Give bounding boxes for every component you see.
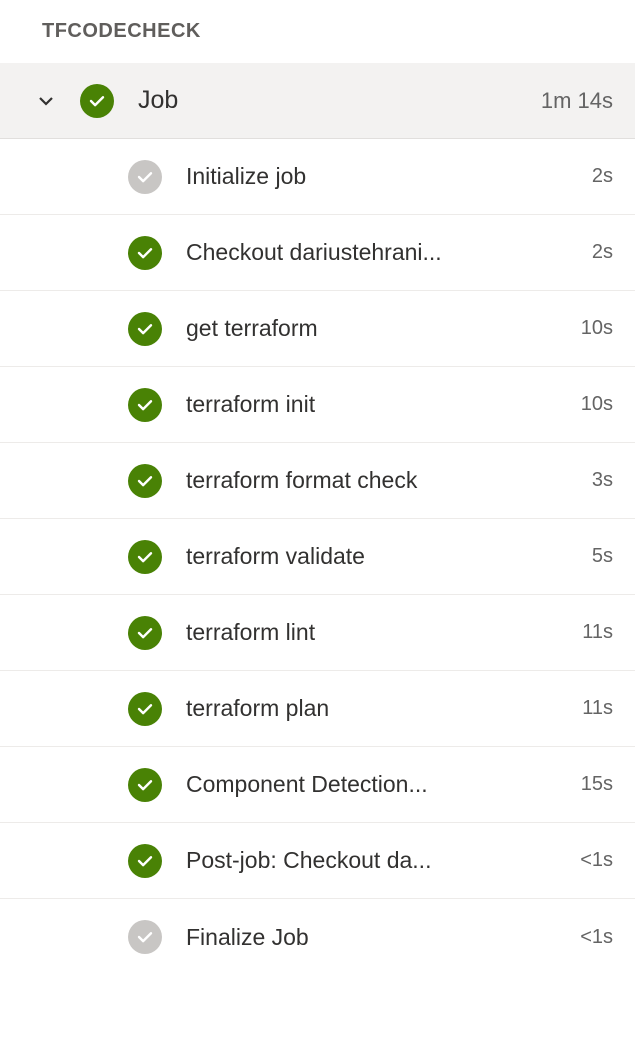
stage-title: TFCODECHECK [0, 0, 635, 63]
pipeline-run-panel: TFCODECHECK Job 1m 14s Initialize job2sC… [0, 0, 635, 975]
step-duration: 11s [582, 697, 613, 720]
status-success-icon [128, 692, 162, 726]
status-success-icon [128, 464, 162, 498]
step-duration: 11s [582, 621, 613, 644]
step-row[interactable]: terraform validate5s [0, 519, 635, 595]
step-row[interactable]: Checkout dariustehrani...2s [0, 215, 635, 291]
step-duration: 2s [592, 241, 613, 264]
job-label: Job [138, 86, 541, 115]
step-label: Initialize job [186, 163, 592, 190]
status-neutral-icon [128, 920, 162, 954]
status-success-icon [128, 388, 162, 422]
step-label: terraform validate [186, 543, 592, 570]
step-label: terraform format check [186, 467, 592, 494]
step-label: get terraform [186, 315, 581, 342]
status-success-icon [128, 768, 162, 802]
step-label: terraform lint [186, 619, 582, 646]
step-label: Post-job: Checkout da... [186, 847, 580, 874]
status-success-icon [128, 236, 162, 270]
step-duration: 15s [581, 773, 613, 796]
step-row[interactable]: Finalize Job<1s [0, 899, 635, 975]
job-duration: 1m 14s [541, 88, 613, 114]
status-neutral-icon [128, 160, 162, 194]
step-row[interactable]: Initialize job2s [0, 139, 635, 215]
job-row[interactable]: Job 1m 14s [0, 63, 635, 139]
status-success-icon [128, 616, 162, 650]
step-duration: 5s [592, 545, 613, 568]
step-label: terraform plan [186, 695, 582, 722]
step-row[interactable]: terraform format check3s [0, 443, 635, 519]
status-success-icon [80, 84, 114, 118]
step-row[interactable]: Post-job: Checkout da...<1s [0, 823, 635, 899]
step-row[interactable]: terraform plan11s [0, 671, 635, 747]
step-duration: 10s [581, 393, 613, 416]
steps-list: Initialize job2sCheckout dariustehrani..… [0, 139, 635, 975]
step-row[interactable]: terraform lint11s [0, 595, 635, 671]
step-row[interactable]: Component Detection...15s [0, 747, 635, 823]
status-success-icon [128, 312, 162, 346]
step-label: Checkout dariustehrani... [186, 239, 592, 266]
step-duration: <1s [580, 849, 613, 872]
step-label: Component Detection... [186, 771, 581, 798]
step-duration: 10s [581, 317, 613, 340]
step-duration: <1s [580, 926, 613, 949]
chevron-down-icon[interactable] [28, 89, 64, 113]
step-label: Finalize Job [186, 924, 580, 951]
step-duration: 3s [592, 469, 613, 492]
status-success-icon [128, 844, 162, 878]
step-duration: 2s [592, 165, 613, 188]
step-row[interactable]: terraform init10s [0, 367, 635, 443]
step-label: terraform init [186, 391, 581, 418]
step-row[interactable]: get terraform10s [0, 291, 635, 367]
status-success-icon [128, 540, 162, 574]
